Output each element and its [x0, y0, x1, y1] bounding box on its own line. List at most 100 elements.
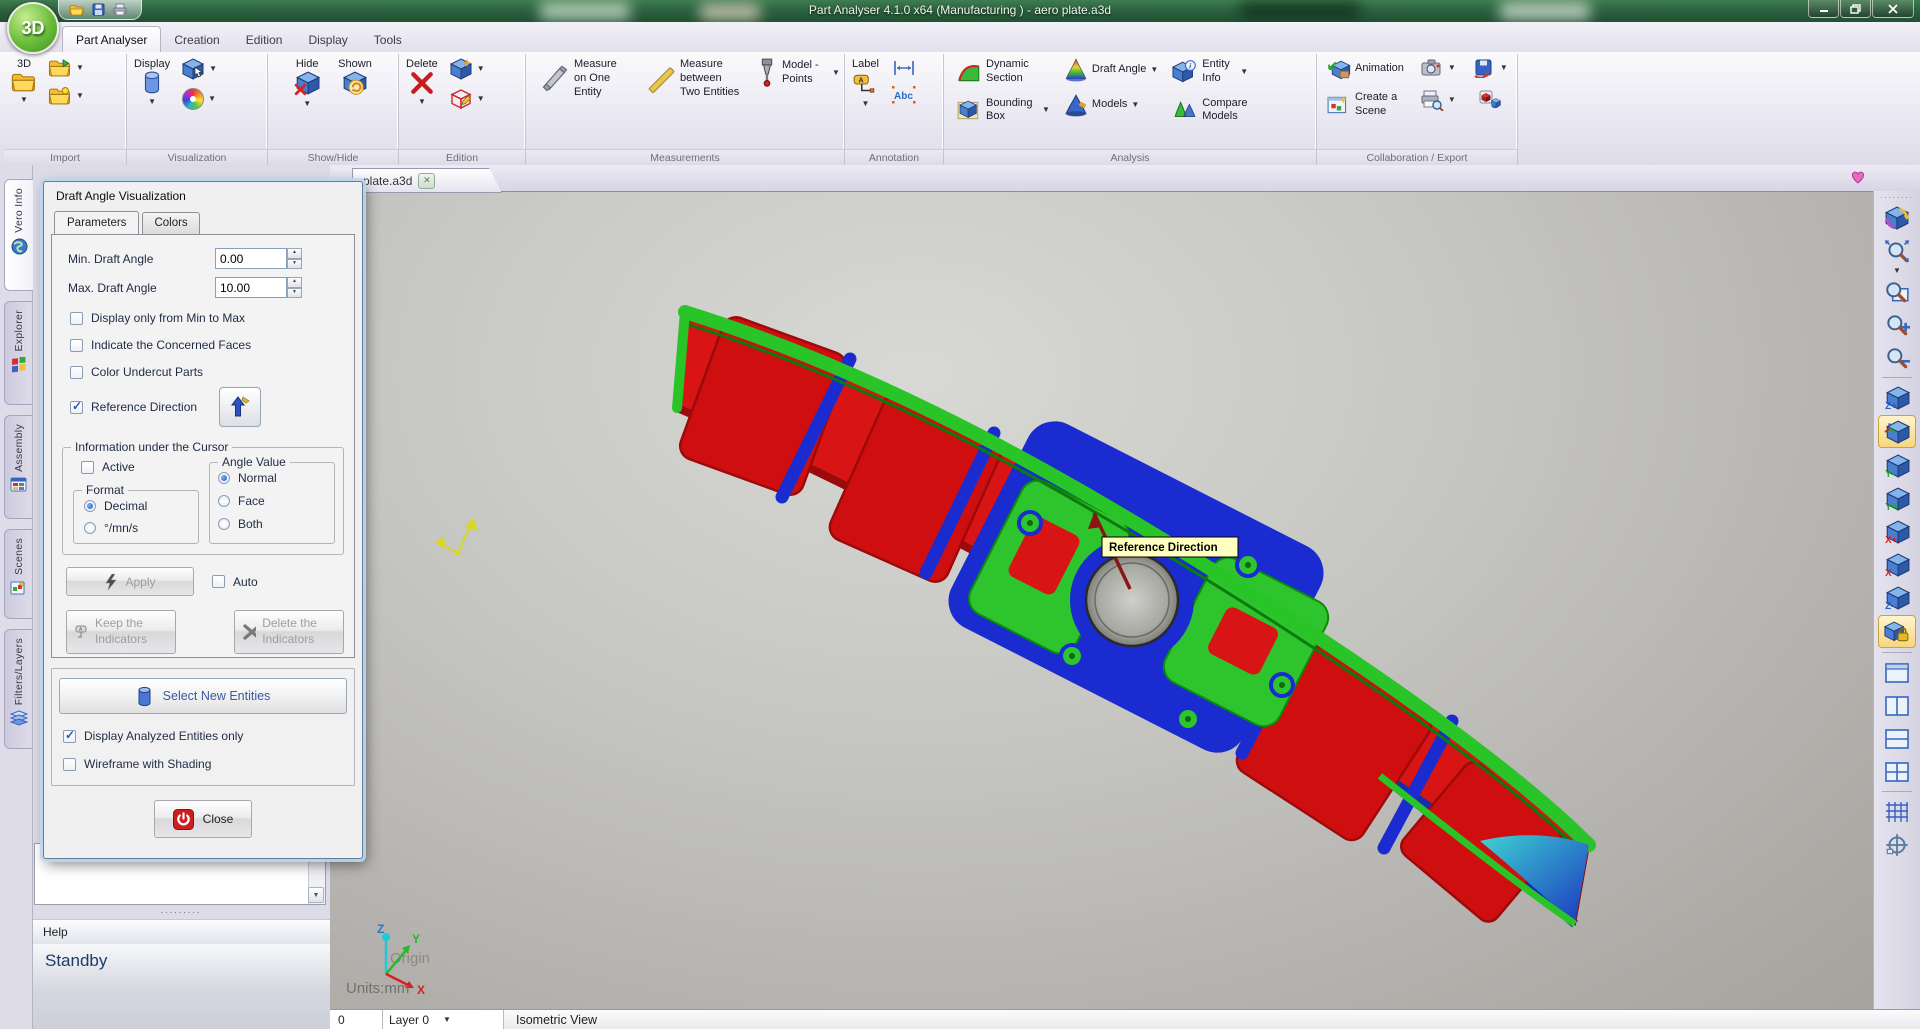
viewport-single-icon[interactable] — [1879, 657, 1915, 688]
layer-number-field[interactable]: 0 — [330, 1010, 383, 1029]
entity-edit-button[interactable]: ▼ — [447, 87, 487, 111]
draft-angle-dialog[interactable]: Draft Angle Visualization Parameters Col… — [43, 181, 363, 859]
zoom-in-icon[interactable] — [1879, 309, 1915, 340]
bounding-box-button[interactable]: Bounding Box ▼ — [954, 96, 1052, 126]
view-x-minus-icon[interactable]: X- — [1879, 549, 1915, 580]
tab-colors[interactable]: Colors — [142, 212, 199, 235]
menu-tab-display[interactable]: Display — [295, 27, 360, 52]
chevron-down-icon[interactable]: ▼ — [862, 101, 870, 107]
checkbox-icon[interactable] — [212, 575, 225, 588]
viewport-quad-icon[interactable] — [1879, 756, 1915, 787]
radio-icon[interactable] — [84, 500, 96, 512]
screenshot-button[interactable]: ▼ — [1418, 57, 1458, 79]
panel-resize-grip[interactable]: ......... — [32, 905, 330, 917]
chevron-down-icon[interactable]: ▼ — [418, 99, 426, 105]
text-annotation-button[interactable]: Abc — [889, 84, 919, 106]
radio-face[interactable]: Face — [218, 494, 328, 508]
zoom-extents-icon[interactable] — [1879, 235, 1915, 266]
sidebar-tab-filters-layers[interactable]: Filters/Layers — [4, 629, 32, 749]
panel-toggle-icon[interactable] — [1850, 170, 1866, 184]
minimize-button[interactable] — [1808, 0, 1839, 18]
chevron-down-icon[interactable]: ▼ — [1150, 67, 1158, 73]
toolbar-grip[interactable]: ........ — [1880, 192, 1914, 200]
compare-models-button[interactable]: Compare Models — [1170, 96, 1254, 126]
chevron-down-icon[interactable]: ▼ — [148, 99, 156, 105]
3d-model-aero-plate[interactable] — [676, 312, 1589, 926]
radio-decimal[interactable]: Decimal — [84, 499, 192, 513]
sidebar-tab-vero-info[interactable]: Vero Info — [4, 179, 33, 291]
tab-parameters[interactable]: Parameters — [54, 211, 139, 234]
radio-icon[interactable] — [218, 495, 230, 507]
models-button[interactable]: Models ▼ — [1062, 92, 1141, 118]
measure-between-button[interactable]: Measure between Two Entities — [646, 57, 742, 100]
spin-down-icon[interactable]: ▼ — [287, 259, 302, 270]
view-y-plus-icon[interactable]: Y+ — [1879, 483, 1915, 514]
checkbox-auto[interactable]: Auto — [212, 575, 258, 589]
viewport-canvas[interactable]: Reference Direction Origin Z Y X Units:m… — [330, 191, 1874, 1009]
menu-tab-edition[interactable]: Edition — [233, 27, 296, 52]
tab-close-icon[interactable]: ✕ — [418, 173, 435, 189]
chevron-down-icon[interactable]: ▼ — [303, 101, 311, 107]
viewport-split-horizontal-icon[interactable] — [1879, 723, 1915, 754]
pick-reference-direction-button[interactable] — [219, 387, 261, 427]
create-scene-button[interactable]: Create a Scene — [1325, 90, 1403, 120]
chevron-down-icon[interactable]: ▼ — [1042, 107, 1050, 113]
radio-icon[interactable] — [218, 518, 230, 530]
chevron-down-icon[interactable]: ▼ — [1893, 268, 1901, 274]
checkbox-icon[interactable] — [70, 312, 83, 325]
import-recent-button[interactable]: ▼ — [46, 85, 86, 107]
delete-indicators-button[interactable]: Delete the Indicators — [234, 610, 344, 654]
save-icon[interactable] — [92, 3, 105, 16]
checkbox-color-undercut[interactable]: Color Undercut Parts — [70, 365, 342, 379]
origin-axis-icon[interactable] — [1879, 829, 1915, 860]
label-button[interactable]: Label A — [850, 57, 881, 98]
radio-normal[interactable]: Normal — [218, 471, 328, 485]
radio-icon[interactable] — [218, 472, 230, 484]
radio-both[interactable]: Both — [218, 517, 328, 531]
max-draft-angle-input[interactable] — [215, 277, 287, 298]
hide-button[interactable]: Hide — [292, 57, 322, 98]
entity-info-button[interactable]: i Entity Info ▼ — [1170, 57, 1250, 87]
print-preview-button[interactable]: ▼ — [1418, 88, 1458, 112]
spin-up-icon[interactable]: ▲ — [287, 277, 302, 288]
color-button[interactable]: ▼ — [180, 87, 218, 111]
dynamic-section-button[interactable]: Dynamic Section — [954, 57, 1040, 87]
checkbox-icon[interactable] — [81, 461, 94, 474]
import-file-button[interactable]: ▼ — [46, 57, 86, 79]
display-mode-button[interactable]: ▼ — [179, 57, 219, 81]
rotation-lock-icon[interactable] — [1878, 615, 1916, 648]
checkbox-icon[interactable] — [70, 339, 83, 352]
checkbox-active[interactable]: Active — [81, 460, 203, 474]
apply-button[interactable]: Apply — [66, 567, 194, 596]
chevron-down-icon[interactable]: ▼ — [443, 1017, 451, 1023]
scroll-down-icon[interactable]: ▼ — [308, 887, 324, 903]
checkbox-wireframe-shading[interactable]: Wireframe with Shading — [63, 757, 347, 771]
measure-one-entity-button[interactable]: Measure on One Entity — [538, 57, 634, 100]
checkbox-icon[interactable] — [63, 758, 76, 771]
chevron-down-icon[interactable]: ▼ — [1131, 102, 1139, 108]
menu-tab-tools[interactable]: Tools — [361, 27, 415, 52]
zoom-out-icon[interactable] — [1879, 342, 1915, 373]
checkbox-indicate-faces[interactable]: Indicate the Concerned Faces — [70, 338, 342, 352]
import-3d-button[interactable]: 3D — [9, 57, 39, 94]
save-as-button[interactable]: ▼ — [1470, 57, 1510, 79]
select-new-entities-button[interactable]: Select New Entities — [59, 678, 347, 714]
regenerate-icon[interactable] — [1879, 202, 1915, 233]
checkbox-display-only-min-max[interactable]: Display only from Min to Max — [70, 311, 342, 325]
view-x-plus-icon[interactable]: X+ — [1879, 516, 1915, 547]
restore-button[interactable] — [1840, 0, 1871, 18]
view-z-minus-icon[interactable]: Z- — [1879, 582, 1915, 613]
sidebar-tab-explorer[interactable]: Explorer — [4, 301, 32, 405]
viewport-split-vertical-icon[interactable] — [1879, 690, 1915, 721]
chevron-down-icon[interactable]: ▼ — [1240, 69, 1248, 75]
view-z-plus-icon[interactable]: Z+ — [1879, 382, 1915, 413]
radio-deg-mn-s[interactable]: °/mn/s — [84, 521, 192, 535]
view-y-minus-icon[interactable]: Y- — [1879, 450, 1915, 481]
dialog-close-button[interactable]: Close — [154, 800, 252, 838]
close-button[interactable] — [1872, 0, 1914, 18]
document-tab[interactable]: plate.a3d ✕ — [352, 168, 502, 193]
checkbox-icon[interactable] — [70, 366, 83, 379]
delete-button[interactable]: Delete — [404, 57, 440, 96]
sidebar-tab-assembly[interactable]: Assembly — [4, 415, 32, 519]
radio-icon[interactable] — [84, 522, 96, 534]
